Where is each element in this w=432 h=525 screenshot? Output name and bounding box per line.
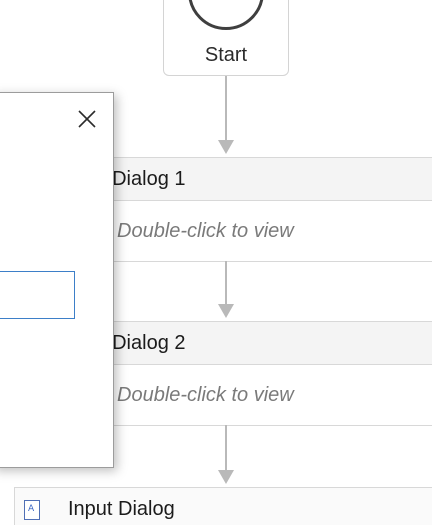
activity-title: t Dialog 2 — [87, 322, 432, 365]
connector-arrow-icon — [218, 140, 234, 154]
connector-arrow-icon — [218, 470, 234, 484]
activity-hint: Double-click to view — [117, 219, 294, 242]
activity-card-2[interactable]: t Dialog 2 Double-click to view — [86, 321, 432, 426]
activity-title: Input Dialog — [68, 498, 175, 520]
workflow-canvas: Start t Dialog 1 Double-click to view t … — [0, 0, 432, 525]
connector-line — [225, 425, 227, 471]
activity-hint: Double-click to view — [117, 383, 294, 406]
activity-title: t Dialog 1 — [87, 158, 432, 201]
input-dialog-icon — [24, 499, 40, 520]
activity-card-1[interactable]: t Dialog 1 Double-click to view — [86, 157, 432, 262]
connector-line — [225, 261, 227, 306]
connector-line — [225, 76, 227, 142]
close-button[interactable] — [71, 103, 103, 135]
input-dialog-window — [0, 92, 114, 468]
dialog-text-input[interactable] — [0, 271, 75, 319]
start-label: Start — [204, 44, 248, 66]
connector-arrow-icon — [218, 304, 234, 318]
activity-card-input-dialog[interactable]: Input Dialog — [14, 487, 432, 525]
close-icon — [78, 110, 96, 128]
